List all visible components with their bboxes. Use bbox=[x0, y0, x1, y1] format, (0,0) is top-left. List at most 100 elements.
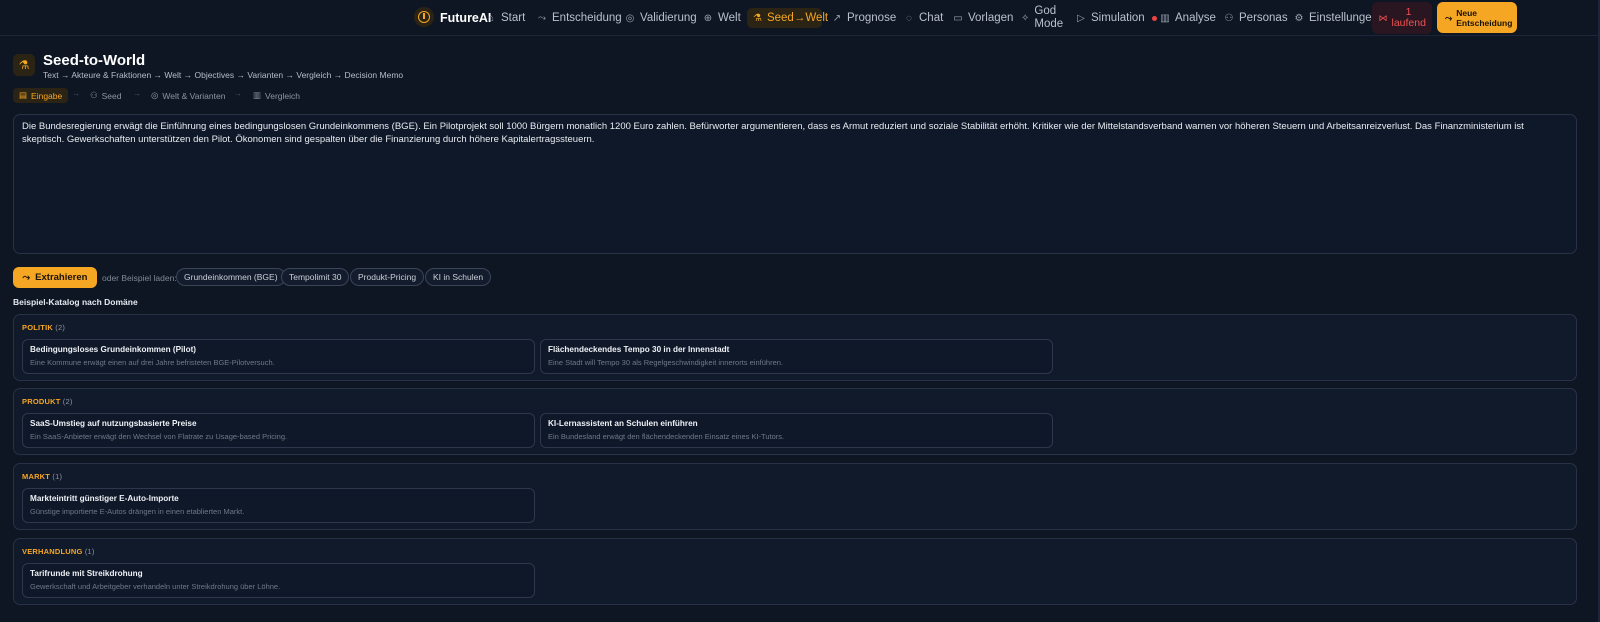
globe-icon: ⊕ bbox=[703, 12, 713, 24]
play-icon: ▷ bbox=[1077, 12, 1085, 24]
nav-personas[interactable]: ⚇ Personas bbox=[1218, 8, 1294, 28]
load-example-label: oder Beispiel laden: bbox=[102, 273, 177, 283]
arrow-right-icon: → bbox=[72, 89, 80, 98]
template-icon: ▭ bbox=[953, 12, 963, 24]
section-name: PRODUKT bbox=[22, 397, 61, 406]
card-title: Flächendeckendes Tempo 30 in der Innenst… bbox=[548, 345, 730, 354]
users-icon: ⚇ bbox=[90, 90, 98, 100]
section-count: (1) bbox=[52, 472, 63, 481]
logo-icon[interactable] bbox=[414, 7, 434, 27]
card-title: Tarifrunde mit Streikdrohung bbox=[30, 569, 143, 578]
running-label: 1 laufend bbox=[1391, 6, 1426, 29]
card-title: Bedingungsloses Grundeinkommen (Pilot) bbox=[30, 345, 197, 354]
example-card[interactable]: KI-Lernassistent an Schulen einführen Ei… bbox=[540, 413, 1053, 448]
card-description: Gewerkschaft und Arbeitgeber verhandeln … bbox=[30, 582, 281, 591]
new-decision-button[interactable]: ⤳ Neue Entscheidung bbox=[1437, 2, 1517, 33]
target-icon: ◎ bbox=[625, 12, 635, 24]
gear-icon: ⚙ bbox=[1294, 12, 1304, 24]
nav-validierung[interactable]: ◎ Validierung bbox=[619, 8, 703, 28]
nav-entscheidung[interactable]: ⤳ Entscheidung bbox=[531, 8, 628, 28]
section-heading: POLITIK (2) bbox=[22, 323, 65, 332]
section-heading: VERHANDLUNG (1) bbox=[22, 547, 95, 556]
section-count: (2) bbox=[62, 397, 73, 406]
nav-chat[interactable]: ◌ Chat bbox=[898, 8, 949, 28]
flask-icon: ⚗ bbox=[753, 12, 762, 24]
nav-simulation[interactable]: ▷ Simulation bbox=[1070, 8, 1163, 28]
bar-chart-icon: ▥ bbox=[1160, 12, 1170, 24]
extract-button[interactable]: ⤳ Extrahieren bbox=[13, 267, 97, 288]
example-card[interactable]: Flächendeckendes Tempo 30 in der Innenst… bbox=[540, 339, 1053, 374]
new-decision-label: Neue Entscheidung bbox=[1456, 7, 1513, 28]
step-seed[interactable]: ⚇ Seed bbox=[84, 88, 127, 103]
nav-welt[interactable]: ⊕ Welt bbox=[697, 8, 747, 28]
running-simulations-badge[interactable]: ⋈ 1 laufend bbox=[1372, 2, 1432, 34]
route-icon: ⤳ bbox=[1445, 12, 1453, 23]
home-icon: ⌂ bbox=[487, 12, 495, 24]
catalog-title: Beispiel-Katalog nach Domäne bbox=[13, 297, 138, 307]
step-welt-varianten[interactable]: ◎ Welt & Varianten bbox=[145, 88, 231, 103]
nav-vorlagen-label: Vorlagen bbox=[968, 12, 1014, 24]
step-eingabe[interactable]: ▤ Eingabe bbox=[13, 88, 69, 103]
running-icon: ⋈ bbox=[1378, 12, 1388, 23]
route-icon: ⤳ bbox=[22, 272, 31, 283]
route-icon: ⤳ bbox=[538, 12, 546, 24]
card-description: Ein Bundesland erwägt den flächendeckend… bbox=[548, 432, 785, 441]
nav-prognose-label: Prognose bbox=[847, 12, 897, 24]
card-title: Markteintritt günstiger E-Auto-Importe bbox=[30, 494, 179, 503]
nav-god-mode-label: God Mode bbox=[1034, 5, 1064, 30]
card-title: KI-Lernassistent an Schulen einführen bbox=[548, 419, 698, 428]
step-vergleich-label: Vergleich bbox=[265, 90, 300, 101]
nav-seed-welt[interactable]: ⚗ Seed→Welt bbox=[747, 8, 828, 28]
catalog-section-produkt: PRODUKT (2) SaaS-Umstieg auf nutzungsbas… bbox=[13, 388, 1577, 455]
nav-entscheidung-label: Entscheidung bbox=[552, 12, 622, 24]
users-icon: ⚇ bbox=[1224, 12, 1234, 24]
example-chip-pricing[interactable]: Produkt-Pricing bbox=[350, 268, 425, 286]
nav-welt-label: Welt bbox=[718, 12, 741, 24]
nav-prognose[interactable]: ↗ Prognose bbox=[826, 8, 902, 28]
example-card[interactable]: SaaS-Umstieg auf nutzungsbasierte Preise… bbox=[22, 413, 535, 448]
extract-label: Extrahieren bbox=[35, 272, 88, 283]
example-card[interactable]: Markteintritt günstiger E-Auto-Importe G… bbox=[22, 488, 535, 523]
step-vergleich[interactable]: ▥ Vergleich bbox=[247, 88, 306, 103]
card-title: SaaS-Umstieg auf nutzungsbasierte Preise bbox=[30, 419, 197, 428]
file-icon: ▤ bbox=[19, 90, 28, 100]
nav-vorlagen[interactable]: ▭ Vorlagen bbox=[947, 8, 1019, 28]
nav-simulation-label: Simulation bbox=[1091, 12, 1145, 24]
nav-god-mode[interactable]: ✧ God Mode bbox=[1015, 4, 1064, 32]
nav-seed-welt-label: Seed→Welt bbox=[766, 12, 829, 24]
section-heading: PRODUKT (2) bbox=[22, 397, 73, 406]
chat-icon: ◌ bbox=[906, 12, 912, 24]
seed-text-input[interactable]: Die Bundesregierung erwägt die Einführun… bbox=[13, 114, 1577, 254]
example-card[interactable]: Tarifrunde mit Streikdrohung Gewerkschaf… bbox=[22, 563, 535, 598]
arrow-right-icon: → bbox=[234, 89, 242, 98]
nav-start-label: Start bbox=[501, 12, 526, 24]
example-card[interactable]: Bedingungsloses Grundeinkommen (Pilot) E… bbox=[22, 339, 535, 374]
card-description: Günstige importierte E-Autos drängen in … bbox=[30, 507, 245, 516]
step-welt-varianten-label: Welt & Varianten bbox=[162, 90, 226, 101]
flask-icon: ⚗ bbox=[13, 54, 35, 76]
example-chip-ki-schulen[interactable]: KI in Schulen bbox=[425, 268, 492, 286]
section-heading: MARKT (1) bbox=[22, 472, 62, 481]
target-icon: ◎ bbox=[151, 90, 159, 100]
section-count: (1) bbox=[84, 547, 95, 556]
bar-chart-icon: ▥ bbox=[253, 90, 262, 100]
section-name: POLITIK bbox=[22, 323, 53, 332]
section-count: (2) bbox=[55, 323, 66, 332]
sparkle-icon: ✧ bbox=[1021, 12, 1030, 24]
example-chip-tempolimit[interactable]: Tempolimit 30 bbox=[281, 268, 350, 286]
card-description: Eine Kommune erwägt einen auf drei Jahre… bbox=[30, 358, 275, 367]
nav-einstellungen-label: Einstellungen bbox=[1309, 12, 1379, 24]
catalog-section-markt: MARKT (1) Markteintritt günstiger E-Auto… bbox=[13, 463, 1577, 530]
card-description: Eine Stadt will Tempo 30 als Regelgeschw… bbox=[548, 358, 783, 367]
page-title: Seed-to-World bbox=[43, 52, 146, 69]
nav-start[interactable]: ⌂ Start bbox=[480, 8, 531, 28]
example-chip-bge[interactable]: Grundeinkommen (BGE) bbox=[176, 268, 286, 286]
nav-analyse-label: Analyse bbox=[1175, 12, 1216, 24]
nav-personas-label: Personas bbox=[1239, 12, 1288, 24]
nav-chat-label: Chat bbox=[919, 12, 944, 24]
arrow-right-icon: → bbox=[133, 89, 141, 98]
nav-analyse[interactable]: ▥ Analyse bbox=[1154, 8, 1222, 28]
section-name: MARKT bbox=[22, 472, 51, 481]
section-name: VERHANDLUNG bbox=[22, 547, 83, 556]
nav-einstellungen[interactable]: ⚙ Einstellungen bbox=[1288, 8, 1384, 28]
